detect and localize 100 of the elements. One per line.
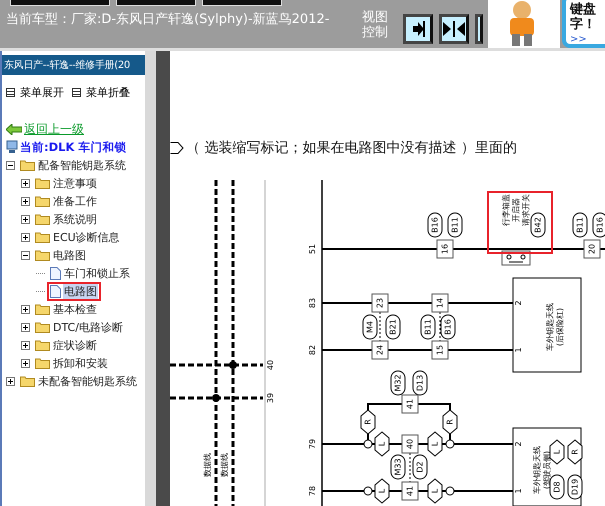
junction-box: 16: [436, 240, 454, 258]
tree-item[interactable]: DTC/电路诊断: [32, 318, 127, 336]
expander-icon[interactable]: [21, 304, 30, 314]
splitter-handle[interactable]: [145, 51, 156, 506]
wire-color-tag: L: [374, 431, 390, 457]
expander-icon[interactable]: [21, 250, 30, 260]
junction-box: 20: [584, 240, 600, 258]
connector-label: D13: [412, 370, 428, 396]
view-button[interactable]: [475, 14, 484, 44]
expander-icon[interactable]: [21, 214, 30, 224]
document-icon: [50, 266, 61, 280]
row-number: 40: [266, 360, 275, 370]
expander-icon[interactable]: [21, 196, 30, 206]
more-link[interactable]: >>: [570, 34, 605, 45]
wire-label: 数据线: [220, 453, 229, 477]
folder-icon: [35, 321, 50, 333]
junction-box: 14: [432, 294, 448, 312]
wire-color-tag: L: [550, 439, 564, 465]
pin-number: 2: [514, 300, 523, 306]
folder-icon: [35, 339, 50, 351]
connector-label: B42: [530, 212, 546, 238]
toolbar-tab[interactable]: [116, 0, 196, 6]
row-number: 83: [308, 298, 317, 308]
wire-color-tag: L: [374, 478, 390, 504]
wire-color-tag: R: [360, 409, 376, 435]
toolbar-tab[interactable]: [10, 0, 110, 6]
arrows-inward-icon: [443, 21, 466, 37]
connector-label: B16: [428, 212, 442, 238]
computer-icon: [6, 140, 18, 154]
connector-label: D2: [412, 454, 428, 480]
splice-point: [446, 440, 454, 448]
junction-box: 41: [402, 394, 418, 414]
pin-number: 1: [514, 488, 523, 494]
expander-icon[interactable]: [21, 232, 30, 242]
row-number: 82: [308, 344, 317, 356]
manual-title: 东风日产--轩逸--维修手册(20: [2, 55, 145, 75]
wire-color-tag: L: [428, 478, 442, 504]
wire-color-tag: R: [568, 439, 582, 465]
folder-icon: [35, 177, 50, 189]
caption-text: （ 选装缩写标记；如果在电路图中没有描述 ）里面的: [186, 139, 517, 157]
view-control-label: 视图控制: [362, 10, 389, 42]
tree-item[interactable]: 车门和锁止系: [47, 264, 134, 282]
expander-icon[interactable]: [21, 322, 30, 332]
tree-item[interactable]: ECU诊断信息: [32, 228, 124, 246]
folder-icon: [20, 375, 35, 387]
back-link[interactable]: 返回上一级: [24, 120, 84, 138]
connector-label: B11: [572, 212, 588, 238]
folder-icon: [20, 159, 35, 171]
row-number: 78: [308, 486, 317, 496]
splice-point: [446, 486, 454, 496]
expander-icon[interactable]: [21, 358, 30, 368]
component-label: 行李箱盖 开启器 请求开关: [502, 194, 530, 226]
pin-number: 2: [514, 441, 523, 447]
folder-icon: [35, 213, 50, 225]
tree-item[interactable]: 准备工作: [32, 192, 101, 210]
expander-icon[interactable]: [6, 160, 15, 170]
wire-label: 数据线: [203, 453, 212, 477]
connector-label: B16: [440, 314, 456, 340]
tip-text: 键盘: [570, 2, 597, 17]
tree-item[interactable]: 基本检查: [32, 300, 101, 318]
junction-box: 40: [402, 434, 418, 454]
connector-label: D8: [550, 474, 564, 500]
tree-item[interactable]: 拆卸和安装: [32, 354, 112, 372]
tree-item[interactable]: 电路图: [47, 282, 101, 300]
folder-icon: [35, 231, 50, 243]
folder-icon: [35, 357, 50, 369]
menu-button[interactable]: 菜单折叠: [72, 85, 130, 100]
connector-label: B21: [386, 314, 400, 340]
row-number: 79: [308, 438, 317, 450]
tree-item[interactable]: 系统说明: [32, 210, 101, 228]
tree-item[interactable]: 未配备智能钥匙系统: [17, 372, 141, 390]
splice-point: [364, 440, 372, 448]
view-button[interactable]: [403, 14, 434, 44]
tree-item[interactable]: 配备智能钥匙系统: [17, 156, 130, 174]
connector-label: M4: [362, 314, 378, 340]
back-arrow-icon: [6, 124, 22, 134]
connector-label: D19: [568, 474, 582, 500]
tip-text: 字！: [570, 17, 597, 32]
connector-label: M33: [390, 454, 406, 480]
current-section: 当前:DLK 车门和锁: [20, 140, 126, 154]
expander-icon[interactable]: [21, 340, 30, 350]
expander-icon[interactable]: [6, 376, 15, 386]
row-number: 51: [308, 244, 317, 254]
junction-box: 41: [402, 482, 418, 500]
junction-box: 15: [432, 340, 448, 360]
junction-box: 24: [372, 340, 388, 360]
view-button[interactable]: [439, 14, 470, 44]
toolbar-tab[interactable]: [202, 0, 282, 6]
menu-icon: [6, 88, 15, 97]
menu-button[interactable]: 菜单展开: [6, 85, 64, 100]
expander-icon[interactable]: [21, 178, 30, 188]
wire-color-tag: L: [428, 431, 442, 457]
connector-label: M32: [390, 370, 406, 396]
folder-icon: [35, 249, 50, 261]
connector-label: B16: [592, 212, 605, 238]
tree-item[interactable]: 注意事项: [32, 174, 101, 192]
tree-item[interactable]: 症状诊断: [32, 336, 101, 354]
tree-item[interactable]: 电路图: [32, 246, 90, 264]
folder-icon: [35, 195, 50, 207]
mascot-drawing: [488, 0, 560, 48]
